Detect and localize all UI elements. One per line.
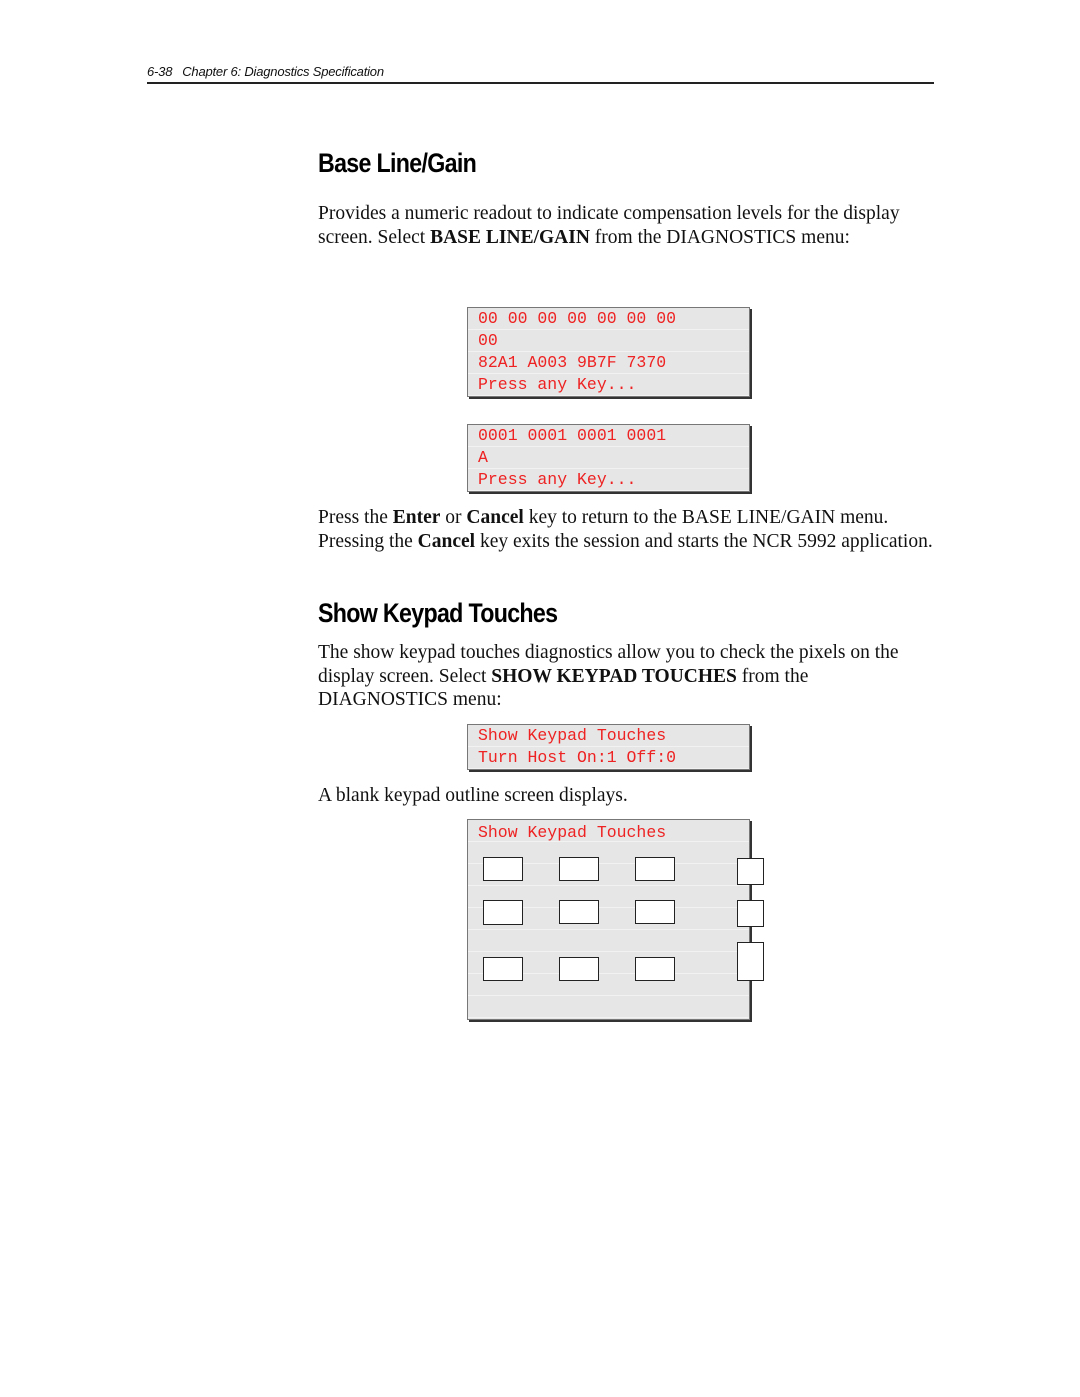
lcd-screen-keypad-outline: Show Keypad Touches (467, 819, 764, 1020)
section-heading-base-line-gain: Base Line/Gain (318, 148, 477, 178)
cancel-key-name: Cancel (417, 530, 476, 552)
base-line-followup-paragraph: Press the Enter or Cancel key to return … (318, 506, 933, 553)
menu-item-name: BASE LINE/GAIN (430, 226, 590, 248)
text: key exits the session and starts the NCR… (475, 530, 933, 552)
running-head-text: 6-38 Chapter 6: Diagnostics Specification (147, 64, 934, 79)
section-heading-show-keypad-touches: Show Keypad Touches (318, 598, 558, 628)
page-number: 6-38 (147, 64, 173, 79)
lcd-line: Press any Key... (478, 470, 637, 489)
keypad-caption: A blank keypad outline screen displays. (318, 785, 628, 806)
lcd-line: Show Keypad Touches (478, 823, 667, 842)
lcd-screen-keypad-prompt: Show Keypad Touches Turn Host On:1 Off:0 (467, 724, 750, 770)
keypad-side-key (737, 942, 764, 981)
keypad-key (635, 900, 675, 924)
base-line-intro-paragraph: Provides a numeric readout to indicate c… (318, 202, 933, 249)
chapter-title: Chapter 6: Diagnostics Specification (182, 64, 384, 79)
keypad-key (559, 900, 599, 924)
keypad-key (559, 957, 599, 981)
enter-key-name: Enter (392, 507, 441, 528)
lcd-screen-gain-readout: 0001 0001 0001 0001 A Press any Key... (467, 424, 750, 492)
keypad-side-key (737, 900, 764, 927)
keypad-key (635, 957, 675, 981)
lcd-line: Press any Key... (478, 375, 637, 394)
lcd-screen-baseline-readout: 00 00 00 00 00 00 00 00 82A1 A003 9B7F 7… (467, 307, 750, 397)
lcd-line: 0001 0001 0001 0001 (478, 426, 667, 445)
lcd-line: 82A1 A003 9B7F 7370 (478, 353, 667, 372)
keypad-key (483, 900, 523, 925)
keypad-side-key (737, 858, 764, 885)
cancel-key-name: Cancel (466, 507, 524, 528)
keypad-intro-paragraph: The show keypad touches diagnostics allo… (318, 641, 933, 712)
lcd-line: 00 (478, 331, 498, 350)
lcd-line: A (478, 448, 488, 467)
intro-text-end: from the DIAGNOSTICS menu: (589, 226, 850, 248)
menu-item-name: SHOW KEYPAD TOUCHES (491, 665, 737, 687)
header-rule (147, 82, 934, 84)
keypad-key (483, 957, 523, 981)
lcd-line: Show Keypad Touches (478, 726, 667, 745)
keypad-key (559, 857, 599, 881)
keypad-key (483, 857, 523, 881)
lcd-line: 00 00 00 00 00 00 00 (478, 309, 677, 328)
keypad-key (635, 857, 675, 881)
text: Press the (318, 507, 393, 528)
lcd-line: Turn Host On:1 Off:0 (478, 748, 677, 767)
text: or (440, 507, 467, 528)
